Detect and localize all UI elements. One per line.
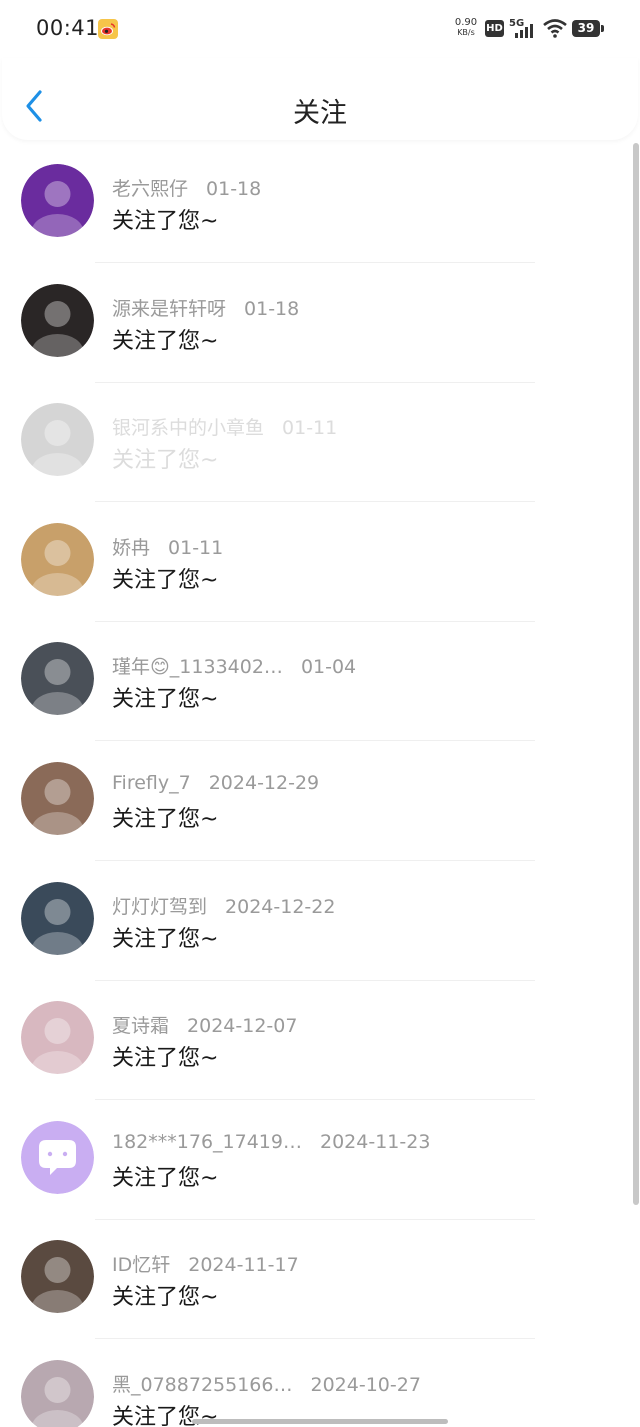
list-item[interactable]: 银河系中的小章鱼 01-11 关注了您~ <box>0 382 632 503</box>
username[interactable]: 黑_07887255166… <box>112 1374 292 1396</box>
list-item[interactable]: 夏诗霜 2024-12-07 关注了您~ <box>0 980 632 1101</box>
follow-date: 2024-11-17 <box>188 1254 299 1277</box>
avatar[interactable] <box>21 1001 94 1075</box>
list-item[interactable]: 灯灯灯驾到 2024-12-22 关注了您~ <box>0 861 632 981</box>
follow-action-text: 关注了您~ <box>112 1285 219 1311</box>
follow-action-text: 关注了您~ <box>112 209 219 234</box>
net-speed-indicator: 0.90 KB/s <box>454 17 478 38</box>
signal-5g-icon: 5G <box>509 16 537 40</box>
user-meta: 夏诗霜 2024-12-07 <box>112 1011 297 1038</box>
follow-action-text: 关注了您~ <box>112 448 219 474</box>
user-meta: ID忆轩 2024-11-17 <box>112 1250 299 1277</box>
avatar[interactable] <box>21 403 94 477</box>
username[interactable]: 源来是轩轩呀 <box>112 298 226 320</box>
user-meta: 灯灯灯驾到 2024-12-22 <box>112 892 335 919</box>
svg-text:5G: 5G <box>509 18 524 29</box>
username[interactable]: 娇冉 <box>112 537 150 559</box>
follow-date: 2024-12-07 <box>187 1015 298 1038</box>
avatar[interactable] <box>21 881 94 955</box>
user-meta: 银河系中的小章鱼 01-11 <box>112 413 337 440</box>
list-item[interactable]: 瑾年😊_1133402… 01-04 关注了您~ <box>0 621 632 742</box>
avatar[interactable] <box>21 642 94 716</box>
follow-action-text: 关注了您~ <box>112 1046 219 1072</box>
list-item[interactable]: 182***176_17419… 2024-11-23 关注了您~ <box>0 1100 632 1220</box>
nav-bar: 关注 <box>2 58 638 140</box>
avatar[interactable] <box>21 762 94 835</box>
username[interactable]: 182***176_17419… <box>112 1131 302 1153</box>
avatar[interactable] <box>21 522 94 596</box>
username[interactable]: 瑾年😊_1133402… <box>112 656 283 678</box>
page-title: 关注 <box>293 98 347 129</box>
list-item[interactable]: ID忆轩 2024-11-17 关注了您~ <box>0 1219 632 1340</box>
list-item[interactable]: 老六熙仔 01-18 关注了您~ <box>0 143 632 263</box>
battery-icon: 39 <box>572 20 604 37</box>
list-item[interactable]: 娇冉 01-11 关注了您~ <box>0 502 632 622</box>
follow-action-text: 关注了您~ <box>112 567 219 593</box>
user-meta: 老六熙仔 01-18 <box>112 174 261 201</box>
follow-date: 01-11 <box>282 417 338 440</box>
follow-date: 2024-10-27 <box>310 1374 421 1396</box>
home-indicator[interactable] <box>192 1419 448 1424</box>
username[interactable]: Firefly_7 <box>112 772 191 794</box>
user-meta: 源来是轩轩呀 01-18 <box>112 294 299 321</box>
follow-action-text: 关注了您~ <box>112 328 219 354</box>
hd-badge: HD <box>485 20 504 37</box>
follow-date: 01-18 <box>244 297 300 320</box>
user-meta: 娇冉 01-11 <box>112 533 223 560</box>
follow-date: 2024-11-23 <box>319 1130 431 1153</box>
list-item[interactable]: Firefly_7 2024-12-29 关注了您~ <box>0 741 632 861</box>
avatar[interactable] <box>21 1120 94 1194</box>
username[interactable]: 夏诗霜 <box>112 1015 169 1037</box>
username[interactable]: 银河系中的小章鱼 <box>112 417 264 439</box>
weibo-notification-icon <box>98 19 118 39</box>
avatar[interactable] <box>21 164 94 237</box>
follow-date: 2024-12-22 <box>225 895 336 918</box>
follow-action-text: 关注了您~ <box>112 1165 219 1191</box>
battery-level: 39 <box>577 21 595 35</box>
user-meta: 182***176_17419… 2024-11-23 <box>112 1131 430 1153</box>
follow-date: 01-11 <box>168 536 224 559</box>
follow-action-text: 关注了您~ <box>112 687 219 713</box>
follow-date: 2024-12-29 <box>208 772 320 794</box>
user-meta: 瑾年😊_1133402… 01-04 <box>112 652 356 679</box>
follow-notification-list[interactable]: 老六熙仔 01-18 关注了您~ 源来是轩轩呀 01-18 关注了您~ 银河系中的小章鱼 01… <box>0 143 632 1427</box>
avatar[interactable] <box>21 1360 94 1427</box>
user-meta: 黑_07887255166… 2024-10-27 <box>112 1370 421 1397</box>
username[interactable]: 老六熙仔 <box>112 178 188 200</box>
follow-date: 01-18 <box>206 178 262 200</box>
follow-action-text: 关注了您~ <box>112 926 219 952</box>
list-item[interactable]: 源来是轩轩呀 01-18 关注了您~ <box>0 263 632 383</box>
list-item[interactable]: 黑_07887255166… 2024-10-27 关注了您~ <box>0 1339 632 1427</box>
avatar[interactable] <box>21 283 94 357</box>
scrollbar[interactable] <box>633 143 639 1205</box>
status-time: 00:41 <box>36 16 100 40</box>
follow-date: 01-04 <box>300 656 357 679</box>
avatar[interactable] <box>21 1240 94 1314</box>
follow-action-text: 关注了您~ <box>112 807 219 832</box>
wifi-icon <box>543 19 567 38</box>
user-meta: Firefly_7 2024-12-29 <box>112 772 319 794</box>
status-bar: 00:41 0.90 KB/s HD 5G 39 <box>0 0 640 58</box>
username[interactable]: ID忆轩 <box>112 1254 170 1276</box>
username[interactable]: 灯灯灯驾到 <box>112 896 207 918</box>
